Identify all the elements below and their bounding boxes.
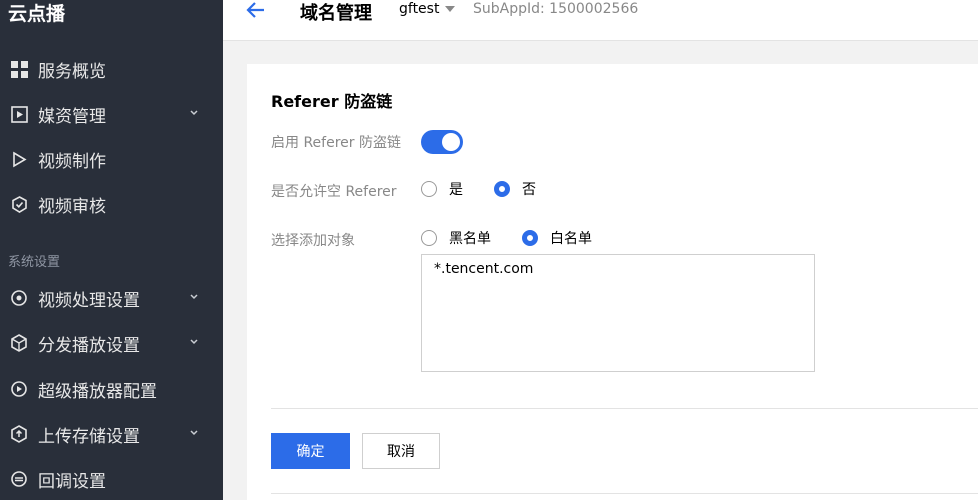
blacklist-radio[interactable]: 黑名单 [421, 228, 491, 248]
radio-circle [421, 181, 437, 197]
chevron-down-icon[interactable] [188, 291, 200, 303]
sidebar-item-label: 分发播放设置 [38, 335, 140, 356]
sidebar: 云点播 服务概览 媒资管理 视频制作 视频审核 系统设置 视频处理设置 分发播放… [0, 0, 223, 500]
sidebar-item-label: 视频处理设置 [38, 290, 140, 311]
app-selector[interactable]: gftest [399, 1, 456, 17]
process-icon [10, 289, 28, 307]
sidebar-item-distribution[interactable]: 分发播放设置 [0, 323, 223, 363]
sidebar-item-label: 上传存储设置 [38, 426, 140, 447]
chevron-down-icon[interactable] [188, 427, 200, 439]
player-icon [10, 380, 28, 398]
enable-referer-label: 启用 Referer 防盗链 [271, 135, 401, 151]
grid-icon [10, 60, 28, 78]
callback-icon [10, 470, 28, 488]
sidebar-item-label: 回调设置 [38, 471, 106, 492]
allow-empty-no-radio[interactable]: 否 [494, 179, 536, 199]
sidebar-item-label: 媒资管理 [38, 106, 106, 127]
enable-referer-toggle[interactable] [421, 130, 463, 154]
media-icon [10, 105, 28, 123]
sidebar-item-label: 视频制作 [38, 151, 106, 172]
sidebar-item-overview[interactable]: 服务概览 [0, 49, 223, 89]
sidebar-item-video-production[interactable]: 视频制作 [0, 139, 223, 179]
play-icon [10, 150, 28, 168]
subappid-text: SubAppId: 1500002566 [473, 1, 639, 17]
allow-empty-referer-label: 是否允许空 Referer [271, 184, 397, 200]
referer-settings-card: Referer 防盗链 启用 Referer 防盗链 是否允许空 Referer… [247, 64, 978, 500]
sidebar-item-super-player[interactable]: 超级播放器配置 [0, 369, 223, 409]
sidebar-item-video-processing[interactable]: 视频处理设置 [0, 278, 223, 318]
sidebar-item-label: 超级播放器配置 [38, 381, 157, 402]
brand-title: 云点播 [8, 3, 66, 25]
allow-empty-yes-radio[interactable]: 是 [421, 179, 463, 199]
whitelist-radio[interactable]: 白名单 [522, 228, 592, 248]
sidebar-item-callback[interactable]: 回调设置 [0, 459, 223, 499]
divider [271, 408, 978, 409]
cancel-button[interactable]: 取消 [362, 433, 440, 469]
radio-circle [494, 181, 510, 197]
radio-label: 否 [522, 182, 536, 198]
radio-circle [421, 230, 437, 246]
target-type-label: 选择添加对象 [271, 233, 355, 249]
chevron-down-icon[interactable] [188, 107, 200, 119]
sidebar-item-label: 服务概览 [38, 61, 106, 82]
caret-down-icon [445, 6, 456, 12]
card-title: Referer 防盗链 [271, 92, 393, 111]
divider [271, 493, 978, 494]
confirm-button[interactable]: 确定 [271, 433, 350, 469]
radio-label: 黑名单 [449, 231, 491, 247]
referer-domains-textarea[interactable]: *.tencent.com [421, 254, 815, 372]
app-name: gftest [399, 1, 440, 17]
shield-check-icon [10, 195, 28, 213]
back-arrow-icon[interactable] [245, 0, 267, 22]
sidebar-item-label: 视频审核 [38, 196, 106, 217]
sidebar-item-video-review[interactable]: 视频审核 [0, 184, 223, 224]
sidebar-section-label: 系统设置 [8, 255, 61, 270]
sidebar-item-media[interactable]: 媒资管理 [0, 94, 223, 134]
chevron-down-icon[interactable] [188, 336, 200, 348]
radio-circle [522, 230, 538, 246]
page-header: 域名管理 gftest SubAppId: 1500002566 [223, 0, 978, 41]
radio-label: 白名单 [550, 231, 592, 247]
upload-icon [10, 425, 28, 443]
sidebar-item-upload-storage[interactable]: 上传存储设置 [0, 414, 223, 454]
radio-label: 是 [449, 182, 463, 198]
page-title: 域名管理 [300, 3, 372, 24]
cube-icon [10, 334, 28, 352]
